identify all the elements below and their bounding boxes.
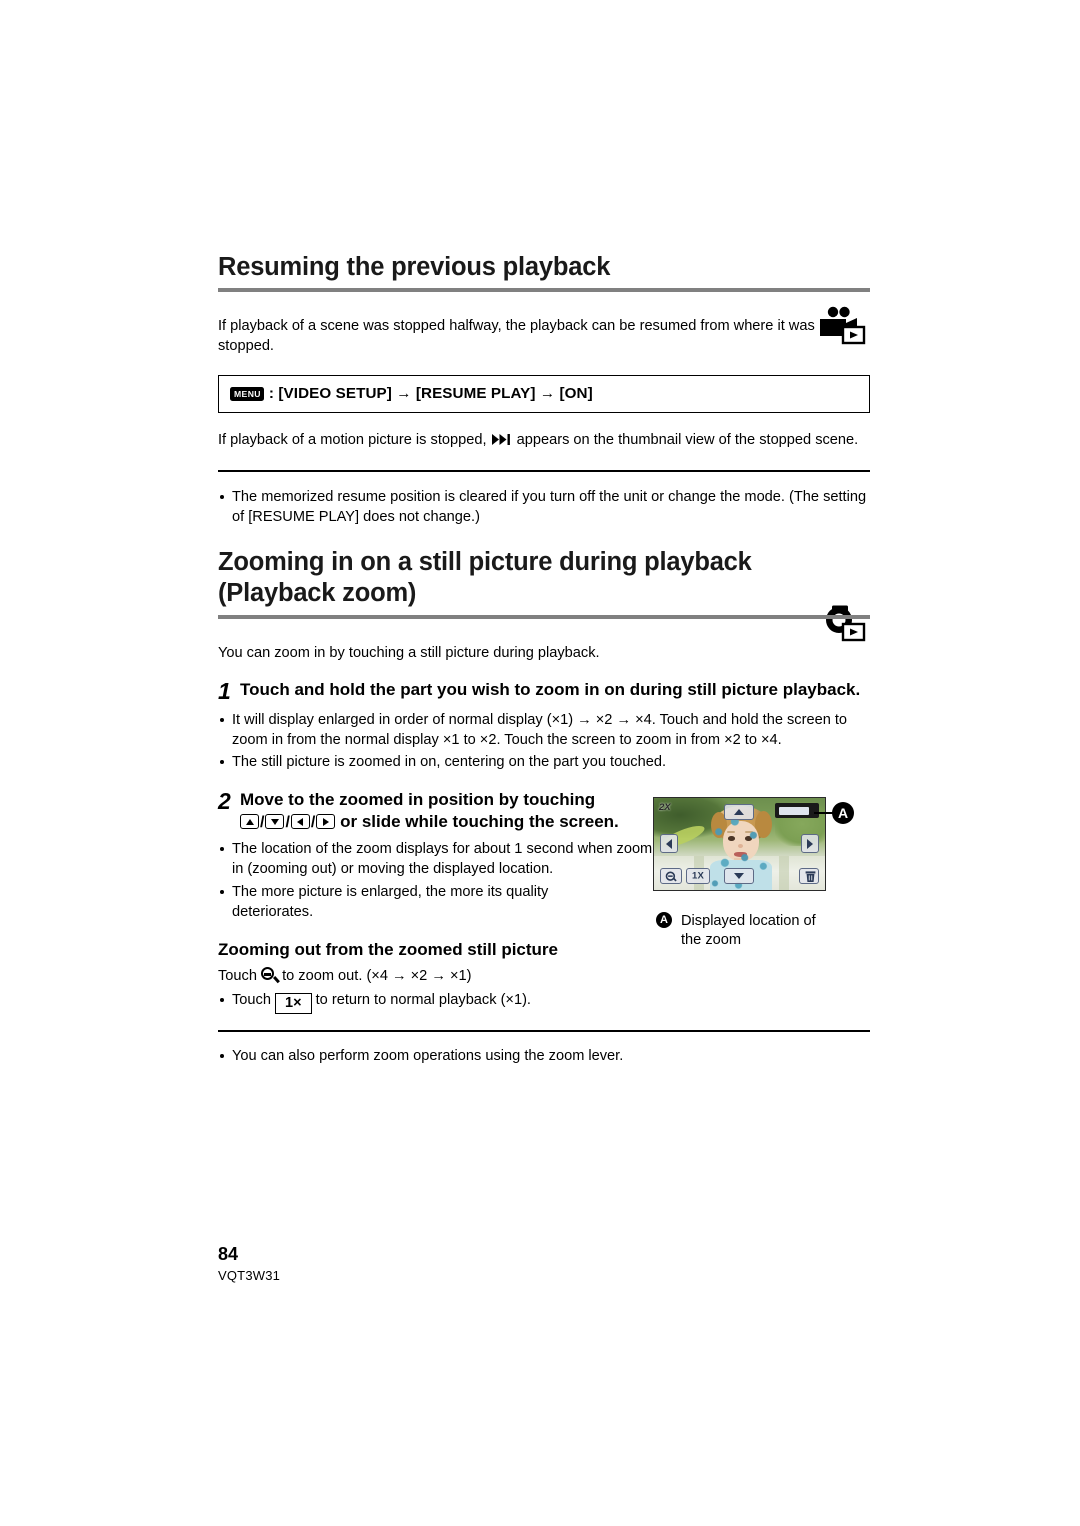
zoom-out-magnifier-icon xyxy=(261,967,280,984)
section2-title: Zooming in on a still picture during pla… xyxy=(218,547,870,609)
step-1: 1 Touch and hold the part you wish to zo… xyxy=(218,679,870,703)
caption-text: Displayed location of the zoom xyxy=(681,912,816,951)
lcd-one-x-button[interactable]: 1X xyxy=(686,868,710,884)
up-arrow-icon xyxy=(240,814,259,830)
step-1-bullet-1: It will display enlarged in order of nor… xyxy=(218,710,870,750)
section2-intro: You can zoom in by touching a still pict… xyxy=(218,644,600,661)
down-arrow-icon xyxy=(265,814,285,830)
step-1-bullet-2: The still picture is zoomed in on, cente… xyxy=(218,752,870,772)
menu-path-box: MENU : [VIDEO SETUP] → [RESUME PLAY] → [… xyxy=(218,375,870,414)
step-1-text: Touch and hold the part you wish to zoom… xyxy=(240,679,861,699)
section-separator-2 xyxy=(218,1030,870,1032)
caption-line-2: the zoom xyxy=(681,932,742,949)
title-rule xyxy=(218,288,870,293)
lcd-right-button[interactable] xyxy=(801,834,819,853)
step-2-bullet-1: The location of the zoom displays for ab… xyxy=(218,839,672,879)
section2-footer-bullet: You can also perform zoom operations usi… xyxy=(218,1046,870,1066)
document-code: VQT3W31 xyxy=(218,1268,281,1283)
menu-icon: MENU xyxy=(230,387,264,401)
section1-note: If playback of a motion picture is stopp… xyxy=(218,430,870,452)
left-arrow-icon xyxy=(290,814,310,830)
return-normal-suffix: to return to normal playback (×1). xyxy=(315,992,531,1009)
section2-title-line1: Zooming in on a still picture during pla… xyxy=(218,548,752,577)
section2-title-rule xyxy=(218,614,870,619)
zoom-out-suffix: to zoom out. (×4 → ×2 → ×1) xyxy=(282,968,472,985)
zoom-out-instruction: Touch to zoom out. (×4 → ×2 → ×1) xyxy=(218,966,870,986)
lcd-screen: 2X 1X xyxy=(653,797,826,891)
step-2-text-after: or slide while touching the screen. xyxy=(340,811,619,831)
lcd-down-button[interactable] xyxy=(724,868,754,884)
lcd-delete-button[interactable] xyxy=(799,868,819,884)
manual-page: Resuming the previous playback If playba… xyxy=(0,0,1080,1526)
section1-note-prefix: If playback of a motion picture is stopp… xyxy=(218,432,487,449)
zoom-position-indicator xyxy=(775,803,819,818)
callout-a-marker: A xyxy=(832,802,854,824)
one-x-button-icon: 1× xyxy=(275,993,312,1015)
section-separator-1 xyxy=(218,470,870,473)
section1-intro: If playback of a scene was stopped halfw… xyxy=(218,318,815,355)
caption-line-1: Displayed location of xyxy=(681,913,816,929)
fast-forward-icon xyxy=(491,432,513,452)
return-normal-bullet: Touch 1× to return to normal playback (×… xyxy=(218,990,870,1015)
menu-path-text: : [VIDEO SETUP] → [RESUME PLAY] → [ON] xyxy=(268,385,593,403)
zoom-out-prefix: Touch xyxy=(218,968,257,985)
lcd-left-button[interactable] xyxy=(660,834,678,853)
bench-gap-right xyxy=(779,856,789,890)
step-2-number: 2 xyxy=(218,788,231,815)
step-2-text: Move to the zoomed in position by touchi… xyxy=(240,790,619,831)
step-1-number: 1 xyxy=(218,677,231,704)
right-arrow-icon xyxy=(316,814,336,830)
caption-a-marker: A xyxy=(656,912,672,928)
lcd-zoom-out-button[interactable] xyxy=(660,868,682,884)
page-title: Resuming the previous playback xyxy=(218,253,611,281)
lcd-zoom-level-label: 2X xyxy=(659,802,671,813)
step-2-bullet-2: The more picture is enlarged, the more i… xyxy=(218,882,632,922)
section1-note-suffix: appears on the thumbnail view of the sto… xyxy=(516,432,859,449)
section1-bullet: The memorized resume position is cleared… xyxy=(218,487,870,527)
return-normal-prefix: Touch xyxy=(232,992,271,1009)
page-number: 84 xyxy=(218,1244,239,1264)
step-2: 2 Move to the zoomed in position by touc… xyxy=(218,789,658,833)
lcd-one-x-label: 1X xyxy=(691,870,705,882)
lcd-up-button[interactable] xyxy=(724,804,754,820)
section2-title-line2: (Playback zoom) xyxy=(218,579,417,608)
camera-lcd-illustration: 2X 1X xyxy=(653,797,826,891)
step-2-text-before: Move to the zoomed in position by touchi… xyxy=(240,790,596,810)
illustration-caption: A Displayed location of the zoom xyxy=(656,912,871,951)
